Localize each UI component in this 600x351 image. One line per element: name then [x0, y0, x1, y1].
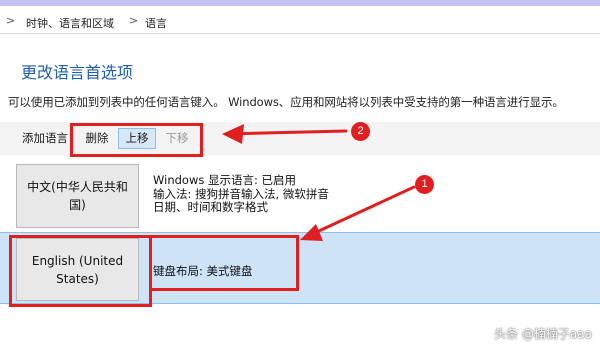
annotation-badge-2: 2 — [351, 122, 370, 141]
arrow-left-annotation-icon — [300, 185, 416, 241]
watermark: 头条 @楠楠子aaa — [494, 325, 592, 342]
annotation-arrows — [222, 124, 416, 241]
watermark-text: 头条 @楠楠子aaa — [494, 327, 592, 341]
annotation-badge-1: 1 — [415, 175, 434, 194]
arrow-left-annotation-icon — [222, 124, 348, 144]
